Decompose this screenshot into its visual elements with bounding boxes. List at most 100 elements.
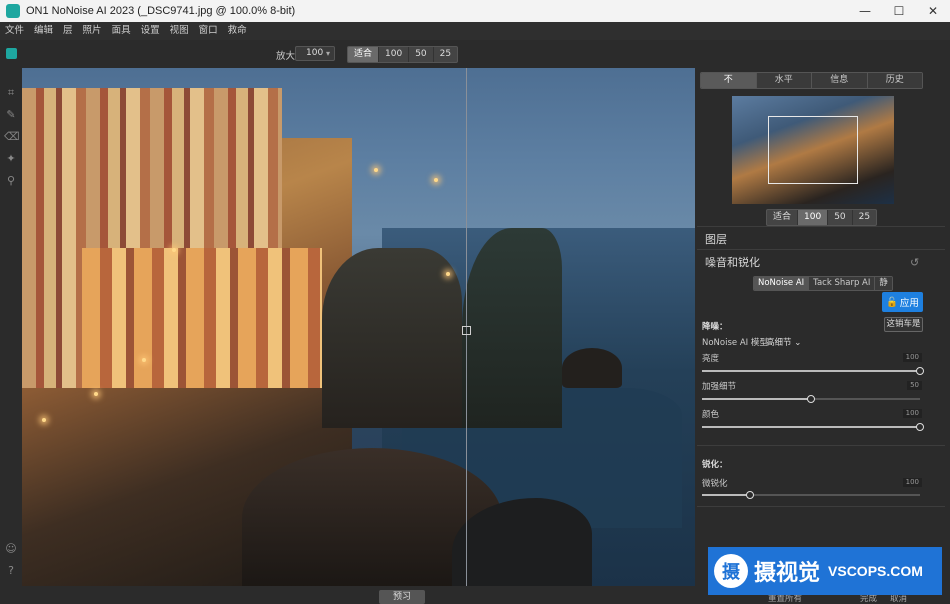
- tab-history[interactable]: 历史: [867, 73, 922, 88]
- slider-value-detail[interactable]: 50: [907, 381, 922, 390]
- panel-tabs: 不 水平 信息 历史: [700, 72, 923, 89]
- divider-handle[interactable]: [462, 326, 471, 335]
- undo-button[interactable]: 这销车是: [884, 317, 923, 332]
- slider-detail[interactable]: [702, 395, 920, 403]
- slider-value-micro-sharpen[interactable]: 100: [902, 478, 922, 487]
- noise-sharpen-title[interactable]: 噪音和锐化: [705, 254, 760, 270]
- slider-fill: [702, 426, 920, 428]
- slider-color[interactable]: [702, 423, 924, 431]
- denoise-label: 降噪：: [702, 322, 728, 332]
- photo-light: [172, 248, 176, 252]
- maximize-button[interactable]: ☐: [882, 0, 916, 22]
- slider-thumb[interactable]: [807, 395, 815, 403]
- window-controls: — ☐ ✕: [848, 0, 950, 22]
- menu-bar: 文件 编辑 层 照片 面具 设置 视图 窗口 救命: [0, 22, 950, 40]
- top-toolbar: 放大 100 ▾ 适合 100 50 25: [0, 40, 950, 68]
- slider-label-color: 颜色: [702, 410, 720, 420]
- slider-thumb[interactable]: [916, 367, 924, 375]
- nav-zoom-fit-button[interactable]: 适合: [767, 210, 799, 225]
- watermark: 摄 摄视觉 VSCOPS.COM: [708, 547, 942, 595]
- engine-static-button[interactable]: 静: [875, 277, 892, 290]
- divider: [697, 506, 945, 507]
- app-logo-icon: [6, 4, 20, 18]
- divider: [697, 226, 945, 227]
- slider-label-micro-sharpen: 微锐化: [702, 479, 728, 489]
- photo-rock-far: [562, 348, 622, 388]
- tab-info[interactable]: 信息: [812, 73, 868, 88]
- photo-town-lower: [82, 248, 322, 388]
- zoom-100-button[interactable]: 100: [379, 47, 410, 62]
- watermark-en: VSCOPS.COM: [828, 563, 923, 579]
- engine-tacksharp-button[interactable]: Tack Sharp AI: [809, 277, 876, 290]
- slider-value-luminance[interactable]: 100: [902, 353, 922, 362]
- zoom-icon[interactable]: ⚲: [4, 174, 18, 188]
- photo-light: [446, 272, 450, 276]
- zoom-fit-button[interactable]: 适合: [348, 47, 380, 62]
- photo-rock-right: [462, 228, 562, 428]
- brush-icon[interactable]: ✎: [4, 108, 18, 122]
- model-select[interactable]: 高细节 ⌄: [766, 336, 801, 348]
- photo-light: [42, 418, 46, 422]
- tab-navigator[interactable]: 不: [701, 73, 757, 88]
- chevron-down-icon: ▾: [325, 49, 330, 58]
- engine-nonoise-button[interactable]: NoNoise AI: [754, 277, 810, 290]
- zoom-value: 100: [306, 48, 324, 58]
- close-button[interactable]: ✕: [916, 0, 950, 22]
- nav-zoom-100-button[interactable]: 100: [798, 210, 829, 225]
- image-canvas[interactable]: [22, 68, 695, 586]
- user-icon[interactable]: ☺: [4, 542, 18, 556]
- slider-label-detail: 加强细节: [702, 382, 737, 392]
- zoom-select[interactable]: 100 ▾: [295, 46, 335, 61]
- menu-help[interactable]: 救命: [223, 22, 252, 40]
- zoom-50-button[interactable]: 50: [409, 47, 434, 62]
- title-bar: ON1 NoNoise AI 2023 (_DSC9741.jpg @ 100.…: [0, 0, 950, 22]
- menu-file[interactable]: 文件: [0, 22, 29, 40]
- navigator-thumbnail[interactable]: [732, 96, 894, 204]
- layers-title[interactable]: 图层: [705, 231, 727, 247]
- slider-luminance[interactable]: [702, 367, 924, 375]
- slider-thumb[interactable]: [916, 423, 924, 431]
- menu-edit[interactable]: 编辑: [29, 22, 58, 40]
- minimize-button[interactable]: —: [848, 0, 882, 22]
- engine-selector: NoNoise AI Tack Sharp AI 静: [753, 276, 893, 291]
- model-label: NoNoise AI 模型: [702, 338, 768, 348]
- menu-mask[interactable]: 面具: [107, 22, 136, 40]
- apply-label: 应用: [899, 298, 919, 309]
- menu-layer[interactable]: 层: [58, 22, 78, 40]
- slider-value-color[interactable]: 100: [902, 409, 922, 418]
- slider-thumb[interactable]: [745, 491, 754, 499]
- watermark-logo: 摄: [714, 554, 748, 588]
- apply-button[interactable]: 🔓 应用: [882, 292, 923, 312]
- browse-icon[interactable]: [6, 48, 17, 59]
- model-value: 高细节: [766, 338, 792, 348]
- nav-zoom-50-button[interactable]: 50: [828, 210, 853, 225]
- tab-levels[interactable]: 水平: [756, 73, 812, 88]
- window-title: ON1 NoNoise AI 2023 (_DSC9741.jpg @ 100.…: [26, 5, 296, 17]
- menu-settings[interactable]: 设置: [136, 22, 165, 40]
- crop-icon[interactable]: ⌗: [4, 86, 18, 100]
- zoom-25-button[interactable]: 25: [434, 47, 457, 62]
- slider-micro-sharpen[interactable]: [702, 491, 920, 499]
- left-tool-strip: ⌗ ✎ ⌫ ✦ ⚲ ☺ ?: [0, 68, 22, 598]
- slider-fill: [702, 370, 920, 372]
- photo-light: [94, 392, 98, 396]
- retouch-icon[interactable]: ✦: [4, 152, 18, 166]
- divider: [697, 445, 945, 446]
- menu-window[interactable]: 窗口: [194, 22, 223, 40]
- reset-icon[interactable]: ↺: [910, 256, 919, 269]
- nav-zoom-25-button[interactable]: 25: [853, 210, 876, 225]
- slider-label-luminance: 亮度: [702, 354, 720, 364]
- navigator-view-frame[interactable]: [768, 116, 858, 184]
- slider-fill: [702, 494, 750, 496]
- unlock-icon: 🔓: [886, 296, 898, 308]
- eraser-icon[interactable]: ⌫: [4, 130, 20, 144]
- slider-fill: [702, 398, 811, 400]
- menu-view[interactable]: 视图: [165, 22, 194, 40]
- divider: [697, 249, 945, 250]
- help-icon[interactable]: ?: [4, 564, 18, 578]
- nav-zoom-presets: 适合 100 50 25: [766, 209, 878, 226]
- menu-photo[interactable]: 照片: [78, 22, 107, 40]
- sharpen-label: 锐化：: [702, 460, 728, 470]
- watermark-cn: 摄视觉: [754, 561, 821, 586]
- photo-light: [142, 358, 146, 362]
